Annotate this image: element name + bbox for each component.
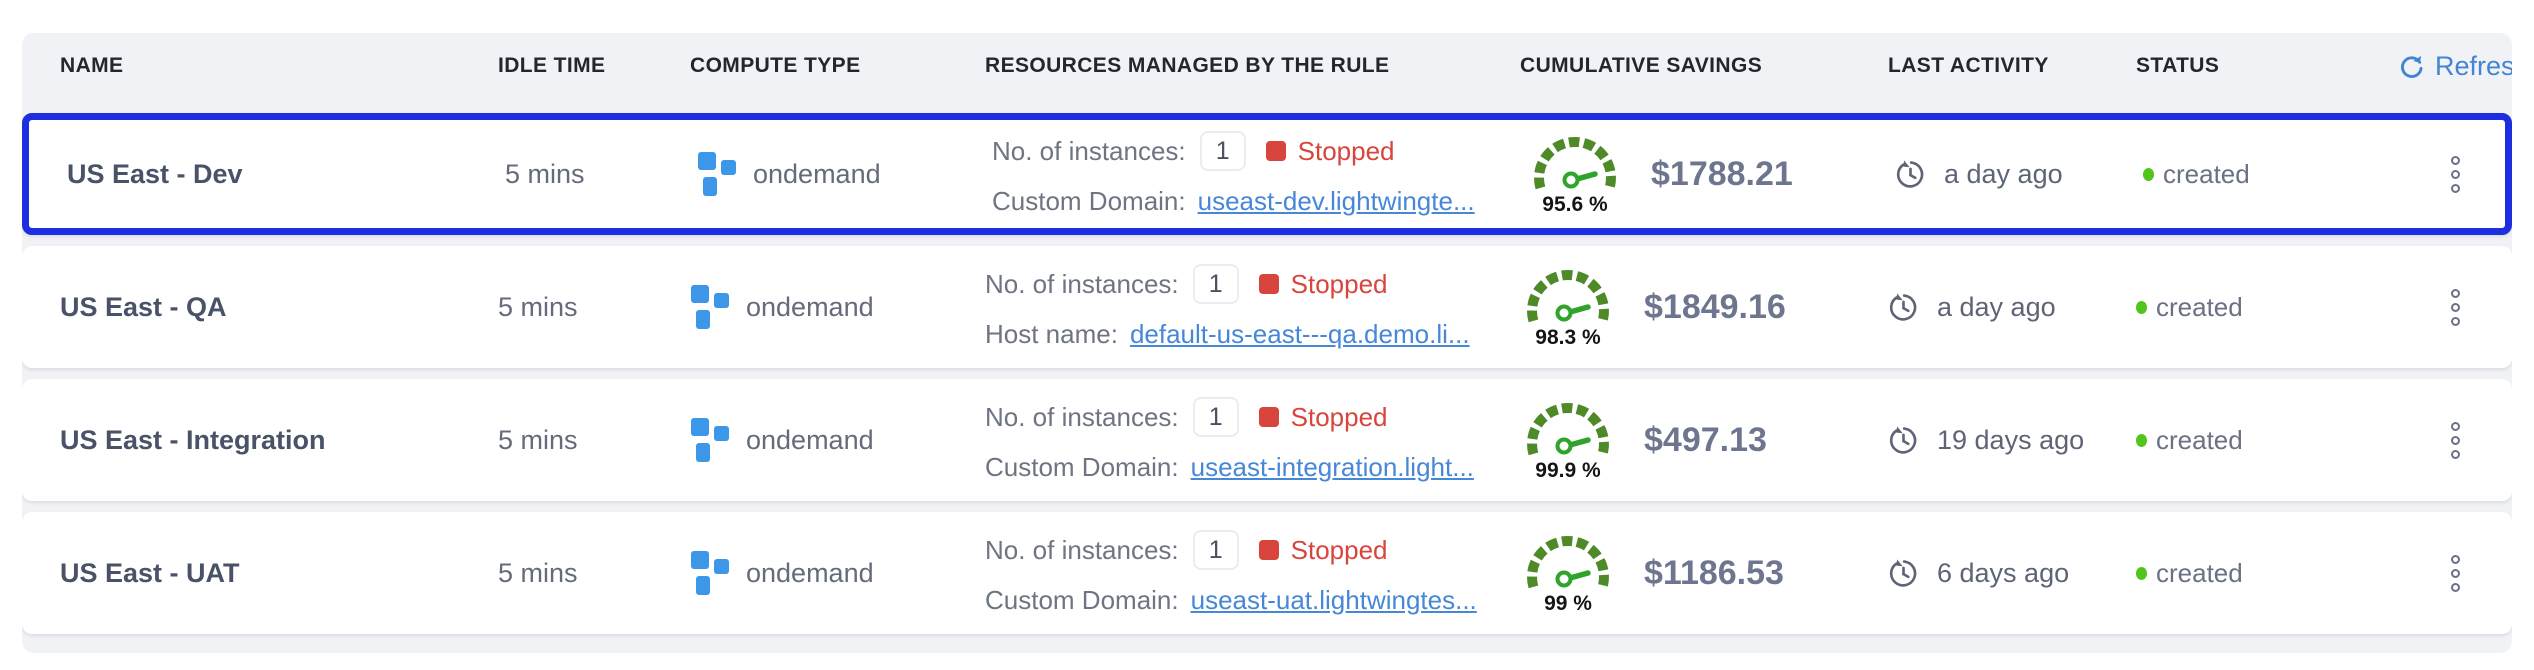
resource-link[interactable]: useast-uat.lightwingtes... <box>1191 585 1477 616</box>
table-row[interactable]: US East - QA 5 mins ondemand No. of inst… <box>22 246 2512 368</box>
savings-gauge: 99.9 % <box>1520 398 1616 483</box>
stopped-icon <box>1259 274 1279 294</box>
history-icon <box>1888 292 1919 323</box>
savings-percent: 98.3 % <box>1535 326 1600 350</box>
compute-type-value: ondemand <box>746 292 874 323</box>
savings-gauge: 98.3 % <box>1520 265 1616 350</box>
instance-count: 1 <box>1193 264 1239 304</box>
savings-percent: 99.9 % <box>1535 459 1600 483</box>
compute-type-value: ondemand <box>746 425 874 456</box>
status-value: created <box>2156 558 2243 589</box>
instance-count: 1 <box>1193 397 1239 437</box>
stopped-icon <box>1266 141 1286 161</box>
column-header-resources: RESOURCES MANAGED BY THE RULE <box>985 54 1520 78</box>
instance-state: Stopped <box>1298 136 1395 167</box>
resource-link[interactable]: useast-integration.light... <box>1191 452 1474 483</box>
idle-time-value: 5 mins <box>498 558 690 589</box>
last-activity-value: a day ago <box>1944 159 2063 190</box>
rule-name: US East - Integration <box>22 425 498 456</box>
table-header-row: NAME IDLE TIME COMPUTE TYPE RESOURCES MA… <box>22 33 2512 99</box>
stopped-icon <box>1259 540 1279 560</box>
column-header-cumulative-savings: CUMULATIVE SAVINGS <box>1520 54 1888 78</box>
row-actions-button[interactable] <box>2445 549 2466 598</box>
status-dot <box>2136 301 2147 314</box>
idle-time-value: 5 mins <box>505 159 697 190</box>
savings-amount: $497.13 <box>1644 421 1767 460</box>
savings-gauge-icon <box>1520 398 1616 458</box>
status-dot <box>2136 434 2147 447</box>
column-header-name: NAME <box>22 54 498 78</box>
history-icon <box>1888 558 1919 589</box>
idle-time-value: 5 mins <box>498 425 690 456</box>
refresh-button[interactable]: Refresh <box>2398 51 2512 82</box>
row-actions-button[interactable] <box>2445 416 2466 465</box>
rules-table: NAME IDLE TIME COMPUTE TYPE RESOURCES MA… <box>22 33 2512 653</box>
last-activity-value: a day ago <box>1937 292 2056 323</box>
column-header-status: STATUS <box>2136 54 2398 78</box>
compute-type-icon <box>690 284 730 330</box>
history-icon <box>1888 425 1919 456</box>
savings-amount: $1186.53 <box>1644 554 1784 593</box>
savings-gauge-icon <box>1520 265 1616 325</box>
row-actions-button[interactable] <box>2445 150 2466 199</box>
last-activity-value: 6 days ago <box>1937 558 2069 589</box>
resource-label: Custom Domain: <box>992 186 1186 217</box>
status-dot <box>2136 567 2147 580</box>
status-value: created <box>2156 425 2243 456</box>
instances-label: No. of instances: <box>985 402 1179 433</box>
compute-type-icon <box>690 550 730 596</box>
resource-link[interactable]: useast-dev.lightwingte... <box>1198 186 1475 217</box>
resource-label: Custom Domain: <box>985 585 1179 616</box>
status-dot <box>2143 168 2154 181</box>
compute-type-icon <box>690 417 730 463</box>
compute-type-value: ondemand <box>753 159 881 190</box>
savings-amount: $1849.16 <box>1644 288 1786 327</box>
status-value: created <box>2163 159 2250 190</box>
refresh-label: Refresh <box>2435 51 2512 82</box>
instances-label: No. of instances: <box>992 136 1186 167</box>
kebab-menu-icon <box>2451 422 2460 459</box>
savings-amount: $1788.21 <box>1651 155 1793 194</box>
instances-label: No. of instances: <box>985 535 1179 566</box>
kebab-menu-icon <box>2451 555 2460 592</box>
table-row[interactable]: US East - Integration 5 mins ondemand No… <box>22 379 2512 501</box>
savings-gauge-icon <box>1520 531 1616 591</box>
refresh-icon <box>2398 53 2425 80</box>
last-activity-value: 19 days ago <box>1937 425 2084 456</box>
savings-percent: 99 % <box>1544 592 1592 616</box>
rule-name: US East - QA <box>22 292 498 323</box>
status-value: created <box>2156 292 2243 323</box>
column-header-last-activity: LAST ACTIVITY <box>1888 54 2136 78</box>
rule-name: US East - UAT <box>22 558 498 589</box>
resource-label: Host name: <box>985 319 1118 350</box>
savings-gauge: 99 % <box>1520 531 1616 616</box>
table-row[interactable]: US East - Dev 5 mins ondemand No. of ins… <box>22 113 2512 235</box>
resource-link[interactable]: default-us-east---qa.demo.li... <box>1130 319 1470 350</box>
savings-gauge-icon <box>1527 132 1623 192</box>
table-row[interactable]: US East - UAT 5 mins ondemand No. of ins… <box>22 512 2512 634</box>
kebab-menu-icon <box>2451 289 2460 326</box>
kebab-menu-icon <box>2451 156 2460 193</box>
instance-state: Stopped <box>1291 402 1388 433</box>
history-icon <box>1895 159 1926 190</box>
savings-percent: 95.6 % <box>1542 193 1607 217</box>
instances-label: No. of instances: <box>985 269 1179 300</box>
instance-state: Stopped <box>1291 269 1388 300</box>
compute-type-value: ondemand <box>746 558 874 589</box>
instance-state: Stopped <box>1291 535 1388 566</box>
idle-time-value: 5 mins <box>498 292 690 323</box>
compute-type-icon <box>697 151 737 197</box>
rule-name: US East - Dev <box>29 159 505 190</box>
stopped-icon <box>1259 407 1279 427</box>
resource-label: Custom Domain: <box>985 452 1179 483</box>
instance-count: 1 <box>1200 131 1246 171</box>
savings-gauge: 95.6 % <box>1527 132 1623 217</box>
column-header-compute-type: COMPUTE TYPE <box>690 54 985 78</box>
column-header-idle-time: IDLE TIME <box>498 54 690 78</box>
row-actions-button[interactable] <box>2445 283 2466 332</box>
table-body: US East - Dev 5 mins ondemand No. of ins… <box>22 113 2512 634</box>
instance-count: 1 <box>1193 530 1239 570</box>
